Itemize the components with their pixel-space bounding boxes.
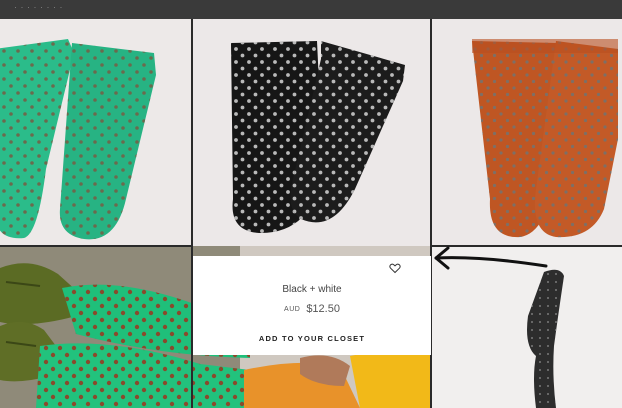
hand-drawn-arrow-icon	[434, 246, 548, 270]
browser-top-bar: · · · · · · · ·	[0, 0, 622, 19]
product-image-rust-socks[interactable]	[432, 19, 622, 246]
price-value: $12.50	[306, 303, 340, 315]
product-hover-card: Black + white AUD $12.50 ADD TO YOUR CLOS…	[193, 256, 431, 355]
price-currency: AUD	[284, 306, 301, 313]
grid-divider	[0, 245, 192, 247]
product-image-green-socks[interactable]	[0, 19, 192, 246]
product-price: AUD $12.50	[193, 303, 431, 315]
top-bar-text: · · · · · · · ·	[14, 2, 63, 12]
heart-icon[interactable]	[389, 262, 401, 274]
add-to-closet-button[interactable]: ADD TO YOUR CLOSET	[193, 334, 431, 343]
product-image-black-socks[interactable]	[193, 19, 431, 256]
product-name: Black + white	[282, 284, 342, 295]
